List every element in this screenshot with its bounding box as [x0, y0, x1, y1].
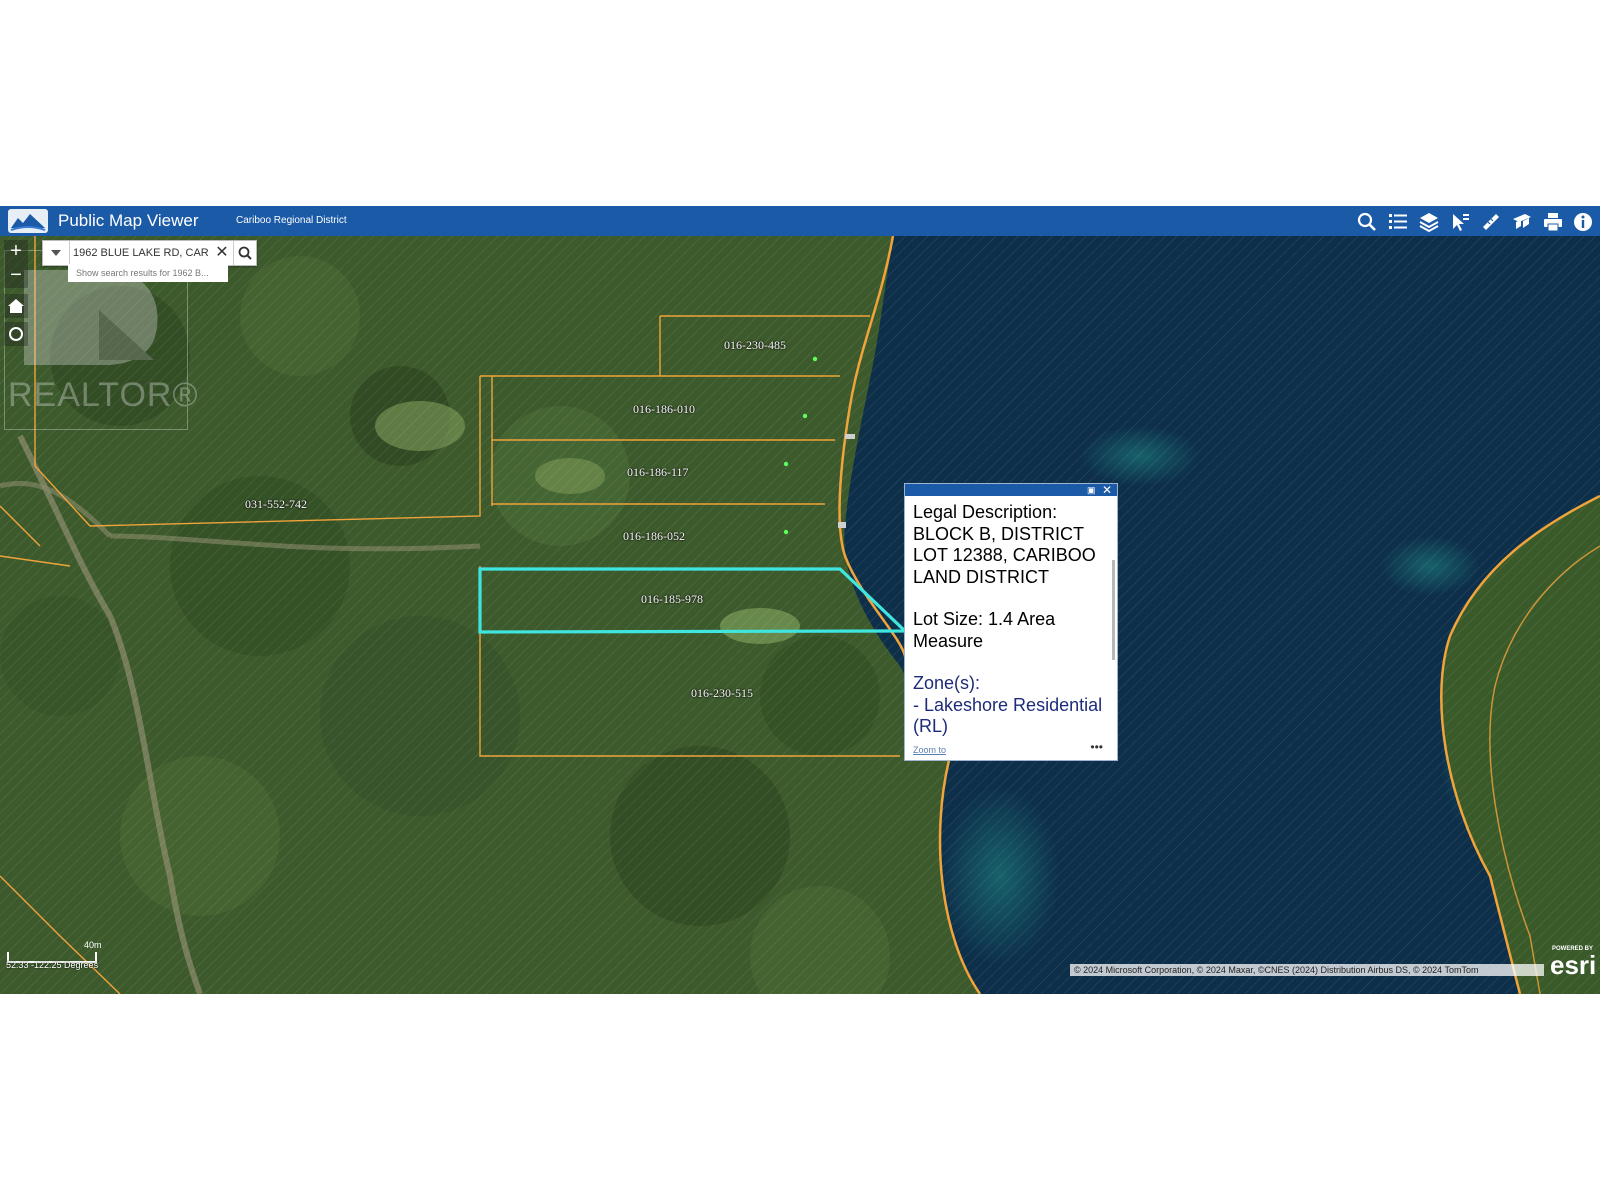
parcel-label[interactable]: 031-552-742 [245, 497, 307, 512]
parcel-label[interactable]: 016-186-052 [623, 529, 685, 544]
satellite-imagery [0, 236, 1600, 994]
legend-list-icon[interactable] [1387, 211, 1409, 233]
parcel-label[interactable]: 016-186-117 [627, 465, 689, 480]
maximize-icon[interactable]: ▣ [1087, 485, 1097, 495]
clear-search-button[interactable]: ✕ [213, 242, 231, 264]
cariboo-logo[interactable] [8, 209, 48, 233]
zoom-to-link[interactable]: Zoom to [913, 745, 946, 755]
zoom-in-button[interactable]: + [4, 240, 28, 264]
locate-icon [9, 327, 23, 341]
watermark-text: REALTOR® [8, 376, 199, 414]
identify-icon[interactable] [1449, 211, 1471, 233]
bookmark-icon[interactable] [1511, 211, 1533, 233]
selected-parcel-label[interactable]: 016-185-978 [641, 592, 703, 607]
home-icon [8, 299, 24, 313]
print-icon[interactable] [1542, 211, 1564, 233]
search-icon [238, 246, 252, 260]
search-submit-button[interactable] [233, 241, 257, 265]
legal-description-value: BLOCK B, DISTRICT LOT 12388, CARIBOO LAN… [913, 523, 1096, 587]
map-viewer-app: Public Map Viewer Cariboo Regional Distr… [0, 206, 1600, 994]
locate-button[interactable] [4, 322, 28, 346]
zones-heading: Zone(s): [913, 673, 981, 693]
esri-logo[interactable]: POWERED BY esri [1548, 944, 1597, 980]
popup-content: Legal Description: BLOCK B, DISTRICT LOT… [913, 502, 1105, 738]
search-box: ✕ [42, 240, 257, 266]
parcel-label[interactable]: 016-230-485 [724, 338, 786, 353]
close-icon[interactable]: ✕ [1101, 484, 1113, 496]
zoom-out-button[interactable]: − [4, 264, 28, 288]
more-actions-icon[interactable]: ••• [1090, 740, 1103, 754]
map-attribution: © 2024 Microsoft Corporation, © 2024 Max… [1070, 964, 1544, 976]
popup-title-bar: ▣ ✕ [905, 484, 1117, 496]
coordinate-readout: 52.33 -122.25 Degrees [6, 960, 99, 970]
parcel-label[interactable]: 016-186-010 [633, 402, 695, 417]
app-title: Public Map Viewer [58, 211, 199, 230]
map-canvas[interactable]: REALTOR® + − ✕ Show search results for 1… [0, 236, 1600, 994]
parcel-label[interactable]: 016-230-515 [691, 686, 753, 701]
chevron-down-icon [51, 250, 61, 256]
esri-wordmark: esri [1550, 950, 1597, 980]
measure-icon[interactable] [1480, 211, 1502, 233]
search-source-dropdown[interactable] [43, 241, 70, 265]
home-button[interactable] [4, 294, 28, 318]
info-icon[interactable] [1572, 211, 1594, 233]
search-input[interactable] [73, 241, 223, 265]
search-icon[interactable] [1356, 211, 1378, 233]
layers-icon[interactable] [1418, 211, 1440, 233]
app-header: Public Map Viewer Cariboo Regional Distr… [0, 206, 1600, 237]
organization-name: Cariboo Regional District [236, 215, 347, 226]
scale-label: 40m [84, 940, 102, 950]
parcel-info-popup: ▣ ✕ Legal Description: BLOCK B, DISTRICT… [904, 483, 1118, 761]
search-suggestion[interactable]: Show search results for 1962 B... [68, 264, 228, 282]
legal-description-heading: Legal Description: [913, 502, 1058, 522]
zone-value: - Lakeshore Residential (RL) [913, 694, 1103, 737]
popup-scrollbar[interactable] [1112, 560, 1115, 660]
lot-size: Lot Size: 1.4 Area Measure [913, 609, 1056, 651]
